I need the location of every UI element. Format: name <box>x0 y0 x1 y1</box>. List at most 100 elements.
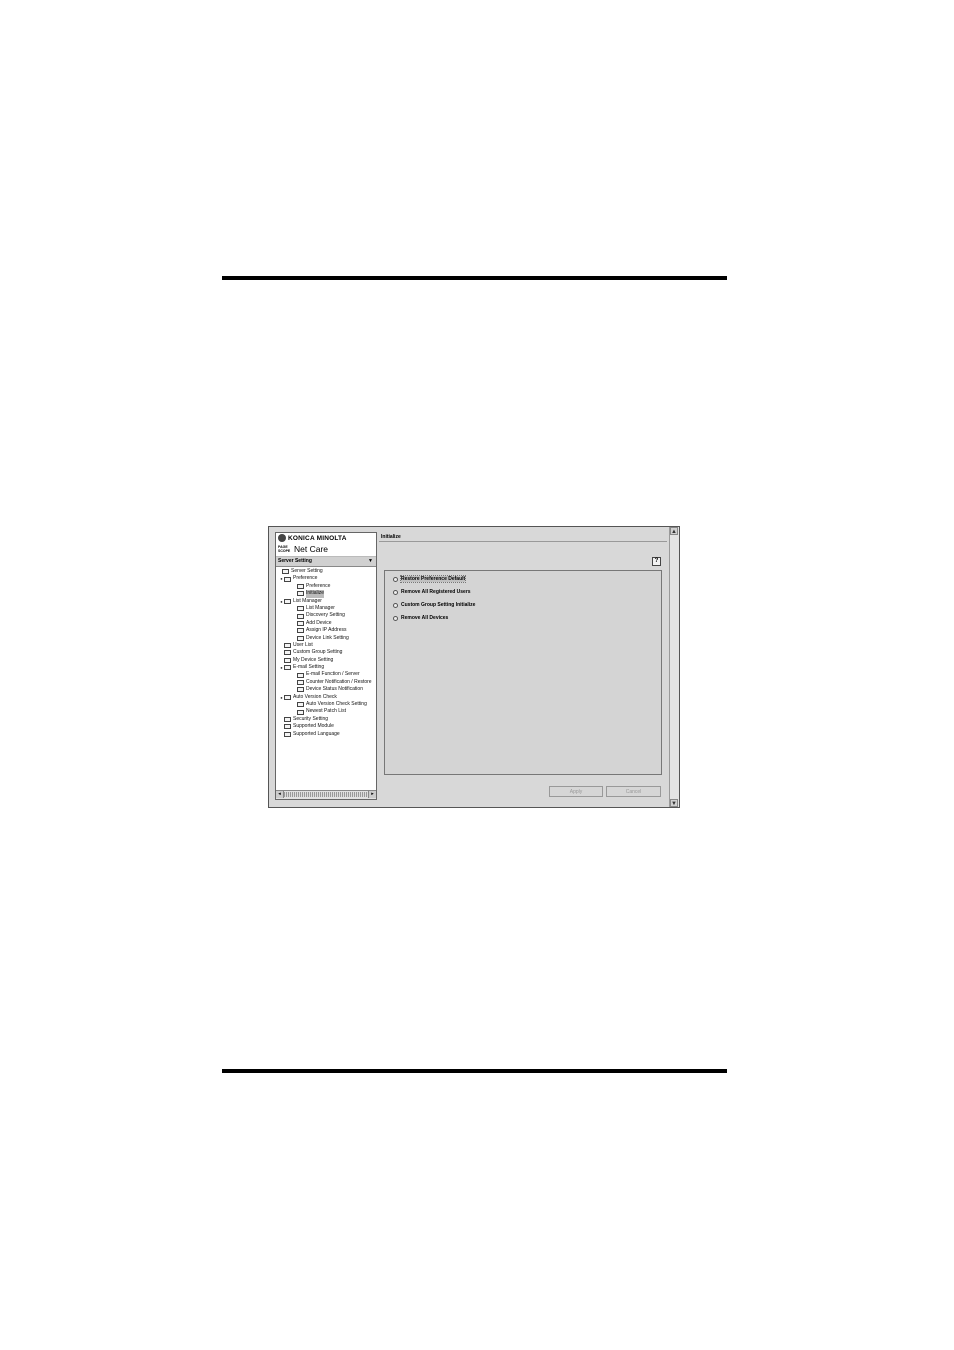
window-vertical-scrollbar[interactable]: ▲ ▼ <box>669 527 679 807</box>
help-icon[interactable]: ? <box>652 557 661 566</box>
key-icon <box>284 717 291 722</box>
tree-item-label: Auto Version Check <box>293 693 337 700</box>
tree-item[interactable]: ● List Manager <box>276 598 376 605</box>
tree-item[interactable]: Preference <box>276 583 376 590</box>
tree-item[interactable]: Custom Group Setting <box>276 649 376 656</box>
tree-item[interactable]: Security Setting <box>276 716 376 723</box>
scroll-right-icon[interactable]: ▸ <box>368 791 376 798</box>
scroll-up-icon[interactable]: ▲ <box>670 527 678 535</box>
page-icon <box>297 709 304 715</box>
tree-item-label: Initialize <box>306 590 325 598</box>
option-label: Remove All Devices <box>401 615 449 621</box>
company-logo: KONICA MINOLTA <box>278 534 374 542</box>
tree-item-label: Discovery Setting <box>306 612 345 619</box>
tree-item[interactable]: Auto Version Check Setting <box>276 701 376 708</box>
folder-icon <box>284 598 291 604</box>
page-icon <box>297 613 304 619</box>
language-icon <box>284 731 291 737</box>
option-radio[interactable]: Remove All Registered Users <box>393 589 471 595</box>
bottom-rule <box>222 1069 727 1073</box>
tree-item[interactable]: List Manager <box>276 605 376 612</box>
option-radio[interactable]: Custom Group Setting Initialize <box>393 602 475 608</box>
device-icon <box>284 657 291 663</box>
tree-item-label: Assign IP Address <box>306 627 347 634</box>
setting-category-select[interactable]: Server Setting ▼ <box>276 557 376 567</box>
tree-item-label: List Manager <box>293 597 322 604</box>
tree-item[interactable]: Device Link Setting <box>276 635 376 642</box>
product-name: Net Care <box>294 544 329 554</box>
radio-button-icon[interactable] <box>393 589 398 595</box>
tree-item-label: User List <box>293 641 313 648</box>
page-icon <box>297 606 304 612</box>
option-radio[interactable]: Remove All Devices <box>393 615 448 621</box>
tree-item-label: Auto Version Check Setting <box>306 701 367 708</box>
option-label: Restore Preference Default <box>399 575 467 583</box>
scrollbar-thumb[interactable] <box>284 792 368 797</box>
page-icon <box>297 591 304 597</box>
tree-item-label: Custom Group Setting <box>293 649 343 656</box>
konica-minolta-globe-icon <box>278 534 286 542</box>
tree-item[interactable]: Initialize <box>276 590 376 598</box>
tree-item[interactable]: ● Preference <box>276 575 376 582</box>
user-icon <box>284 643 291 649</box>
folder-icon <box>282 569 289 575</box>
option-radio[interactable]: Restore Preference Default <box>393 575 467 583</box>
tree-item-label: Supported Module <box>293 723 334 730</box>
mail-icon <box>297 680 304 686</box>
tree-item-label: Add Device <box>306 619 332 626</box>
tree-item[interactable]: Newest Patch List <box>276 708 376 715</box>
initialize-options-box: Restore Preference Default Remove All Reg… <box>384 570 662 775</box>
tree-item[interactable]: Add Device <box>276 620 376 627</box>
tree-item-label: List Manager <box>306 604 335 611</box>
tree-item-label: Security Setting <box>293 715 329 722</box>
tree-item-label: Counter Notification / Restore <box>306 678 372 685</box>
company-name: KONICA MINOLTA <box>288 534 347 542</box>
mail-icon <box>297 687 304 693</box>
radio-button-icon[interactable] <box>393 576 398 582</box>
tree-item[interactable]: Counter Notification / Restore <box>276 679 376 686</box>
tree-item[interactable]: Server Setting <box>276 568 376 575</box>
tree-item[interactable]: My Device Setting <box>276 657 376 664</box>
module-icon <box>284 724 291 730</box>
link-icon <box>297 635 304 641</box>
tree-horizontal-scrollbar[interactable]: ◂ ▸ <box>276 790 376 799</box>
tree-item[interactable]: Supported Language <box>276 731 376 738</box>
scroll-left-icon[interactable]: ◂ <box>276 791 284 798</box>
cancel-button[interactable]: Cancel <box>606 786 661 797</box>
chevron-down-icon[interactable]: ▼ <box>368 557 373 566</box>
tree-item[interactable]: Device Status Notification <box>276 686 376 693</box>
page-icon <box>297 628 304 634</box>
tree-item-label: Newest Patch List <box>306 708 347 715</box>
title-divider <box>379 541 667 542</box>
logo-area: KONICA MINOLTA PAGE SCOPE Net Care <box>276 533 376 557</box>
tree-item-label: Device Link Setting <box>306 634 349 641</box>
device-icon <box>297 620 304 626</box>
tree-item[interactable]: ● E-mail Setting <box>276 664 376 671</box>
tree-item[interactable]: ● Auto Version Check <box>276 694 376 701</box>
tree-item-label: My Device Setting <box>293 656 334 663</box>
app-window: ▲ ▼ KONICA MINOLTA PAGE SCOPE Net Care S… <box>268 526 680 808</box>
option-label: Remove All Registered Users <box>401 589 471 595</box>
apply-button[interactable]: Apply <box>549 786 603 797</box>
tree-item[interactable]: Supported Module <box>276 723 376 730</box>
page-icon <box>297 583 304 589</box>
tree-item-label: Supported Language <box>293 730 340 737</box>
tree-item[interactable]: Assign IP Address <box>276 627 376 634</box>
tree-item[interactable]: Discovery Setting <box>276 612 376 619</box>
tree-item[interactable]: E-mail Function / Server <box>276 671 376 678</box>
panel-title: Initialize <box>381 534 401 540</box>
folder-icon <box>284 665 291 671</box>
settings-tree: Server Setting ● Preference Preference Initi… <box>276 568 376 790</box>
tree-item-label: E-mail Function / Server <box>306 671 360 678</box>
option-label: Custom Group Setting Initialize <box>401 602 476 608</box>
pagescope-mark: PAGE SCOPE <box>278 545 291 553</box>
folder-icon <box>284 576 291 582</box>
top-rule <box>222 276 727 280</box>
tree-item-label: Device Status Notification <box>306 686 363 693</box>
tree-item-label: Preference <box>306 582 331 589</box>
page-icon <box>297 702 304 708</box>
radio-button-icon[interactable] <box>393 602 398 608</box>
tree-item[interactable]: User List <box>276 642 376 649</box>
radio-button-icon[interactable] <box>393 615 398 621</box>
scroll-down-icon[interactable]: ▼ <box>670 799 678 807</box>
